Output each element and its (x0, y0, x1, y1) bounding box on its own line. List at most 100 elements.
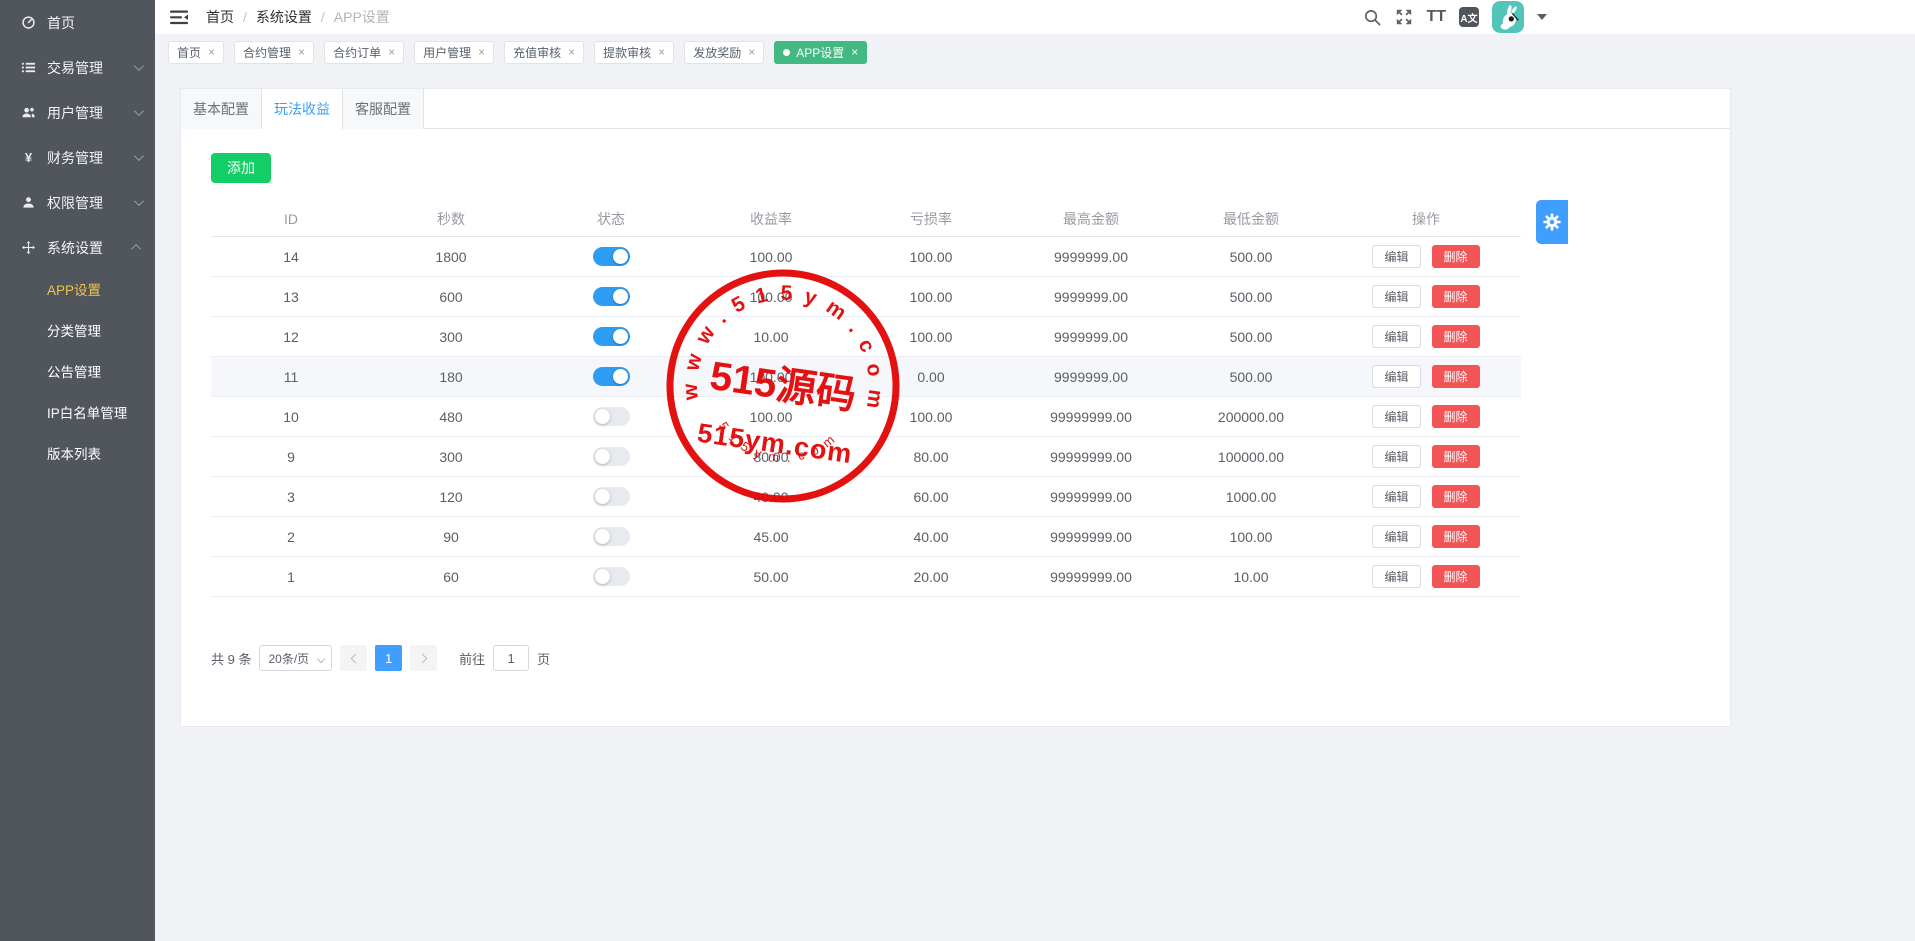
tag-item[interactable]: 充值审核× (504, 41, 584, 64)
svg-text:¥: ¥ (24, 150, 32, 165)
delete-button[interactable]: 删除 (1432, 245, 1480, 268)
status-toggle[interactable] (593, 447, 630, 466)
edit-button[interactable]: 编辑 (1372, 285, 1420, 308)
font-size-icon[interactable]: TT (1426, 9, 1446, 25)
tag-close-icon[interactable]: × (748, 45, 755, 59)
edit-button[interactable]: 编辑 (1372, 565, 1420, 588)
prev-page-button[interactable] (340, 645, 367, 671)
chevron-down-icon (134, 151, 144, 161)
tag-close-icon[interactable]: × (568, 45, 575, 59)
tag-close-icon[interactable]: × (388, 45, 395, 59)
cell-operations: 编辑删除 (1331, 325, 1521, 348)
cell-id: 11 (211, 369, 371, 385)
sidebar-item-trade[interactable]: 交易管理 (0, 45, 155, 90)
edit-button[interactable]: 编辑 (1372, 525, 1420, 548)
cell-min-amount: 500.00 (1171, 329, 1331, 345)
cell-seconds: 60 (371, 569, 531, 585)
delete-button[interactable]: 删除 (1432, 525, 1480, 548)
next-page-button[interactable] (410, 645, 437, 671)
tag-item[interactable]: 提款审核× (594, 41, 674, 64)
tag-close-icon[interactable]: × (658, 45, 665, 59)
edit-button[interactable]: 编辑 (1372, 245, 1420, 268)
cell-loss-rate: 80.00 (851, 449, 1011, 465)
cell-status (531, 287, 691, 306)
collapse-sidebar-icon[interactable] (168, 6, 190, 28)
breadcrumb-home[interactable]: 首页 (206, 7, 234, 27)
delete-button[interactable]: 删除 (1432, 365, 1480, 388)
delete-button[interactable]: 删除 (1432, 485, 1480, 508)
page-number-button[interactable]: 1 (375, 645, 402, 671)
sidebar-subitem-ip-whitelist[interactable]: IP白名单管理 (0, 393, 155, 434)
sidebar-item-permission[interactable]: 权限管理 (0, 180, 155, 225)
sidebar-item-home[interactable]: 首页 (0, 0, 155, 45)
cell-seconds: 120 (371, 489, 531, 505)
status-toggle[interactable] (593, 327, 630, 346)
sidebar-item-finance[interactable]: ¥财务管理 (0, 135, 155, 180)
tab-客服配置[interactable]: 客服配置 (343, 89, 424, 129)
edit-button[interactable]: 编辑 (1372, 485, 1420, 508)
tag-item[interactable]: 首页× (168, 41, 224, 64)
settings-panel-button[interactable] (1536, 200, 1568, 244)
status-toggle[interactable] (593, 527, 630, 546)
sidebar-subitem-versions[interactable]: 版本列表 (0, 434, 155, 475)
delete-button[interactable]: 删除 (1432, 325, 1480, 348)
column-header: 最高金额 (1011, 209, 1171, 229)
tag-close-icon[interactable]: × (851, 45, 858, 59)
status-toggle[interactable] (593, 247, 630, 266)
delete-button[interactable]: 删除 (1432, 565, 1480, 588)
cell-max-amount: 99999999.00 (1011, 569, 1171, 585)
sidebar-item-label: 首页 (47, 13, 141, 33)
person-icon (20, 195, 36, 211)
edit-button[interactable]: 编辑 (1372, 325, 1420, 348)
status-toggle[interactable] (593, 407, 630, 426)
trade-list-icon (20, 60, 36, 76)
sidebar-item-system[interactable]: 系统设置 (0, 225, 155, 270)
status-toggle[interactable] (593, 567, 630, 586)
tag-close-icon[interactable]: × (208, 45, 215, 59)
delete-button[interactable]: 删除 (1432, 445, 1480, 468)
tag-close-icon[interactable]: × (298, 45, 305, 59)
breadcrumb-system-settings[interactable]: 系统设置 (256, 7, 312, 27)
delete-button[interactable]: 删除 (1432, 405, 1480, 428)
toggle-knob (595, 529, 610, 544)
column-header: ID (211, 211, 371, 227)
page-size-select[interactable]: 20条/页 (259, 645, 332, 671)
add-button[interactable]: 添加 (211, 153, 271, 183)
column-header: 操作 (1331, 209, 1521, 229)
edit-button[interactable]: 编辑 (1372, 365, 1420, 388)
cell-status (531, 367, 691, 386)
breadcrumb-separator: / (243, 9, 247, 25)
cell-seconds: 90 (371, 529, 531, 545)
delete-button[interactable]: 删除 (1432, 285, 1480, 308)
edit-button[interactable]: 编辑 (1372, 445, 1420, 468)
avatar[interactable] (1492, 1, 1524, 33)
edit-button[interactable]: 编辑 (1372, 405, 1420, 428)
user-menu-caret-icon[interactable] (1537, 14, 1547, 20)
cell-operations: 编辑删除 (1331, 485, 1521, 508)
toggle-knob (613, 249, 628, 264)
tag-active[interactable]: APP设置× (774, 41, 867, 64)
tag-item[interactable]: 合约管理× (234, 41, 314, 64)
translate-icon[interactable]: A文 (1459, 7, 1479, 27)
search-icon[interactable] (1363, 8, 1382, 27)
goto-page-input[interactable] (493, 645, 529, 671)
sidebar-subitem-announcement[interactable]: 公告管理 (0, 352, 155, 393)
status-toggle[interactable] (593, 367, 630, 386)
tab-玩法收益[interactable]: 玩法收益 (262, 89, 343, 130)
tag-item[interactable]: 用户管理× (414, 41, 494, 64)
sidebar-subitem-app-settings[interactable]: APP设置 (0, 270, 155, 311)
tag-item[interactable]: 合约订单× (324, 41, 404, 64)
fullscreen-icon[interactable] (1395, 8, 1413, 26)
main-area: 首页 / 系统设置 / APP设置 TT A文 (155, 0, 1915, 941)
sidebar-subitem-category[interactable]: 分类管理 (0, 311, 155, 352)
table-row: 10480100.00100.0099999999.00200000.00编辑删… (211, 397, 1521, 437)
cell-operations: 编辑删除 (1331, 405, 1521, 428)
tab-基本配置[interactable]: 基本配置 (181, 89, 262, 129)
status-toggle[interactable] (593, 287, 630, 306)
tag-close-icon[interactable]: × (478, 45, 485, 59)
cell-operations: 编辑删除 (1331, 285, 1521, 308)
tag-item[interactable]: 发放奖励× (684, 41, 764, 64)
status-toggle[interactable] (593, 487, 630, 506)
sidebar-item-users[interactable]: 用户管理 (0, 90, 155, 135)
cell-seconds: 180 (371, 369, 531, 385)
